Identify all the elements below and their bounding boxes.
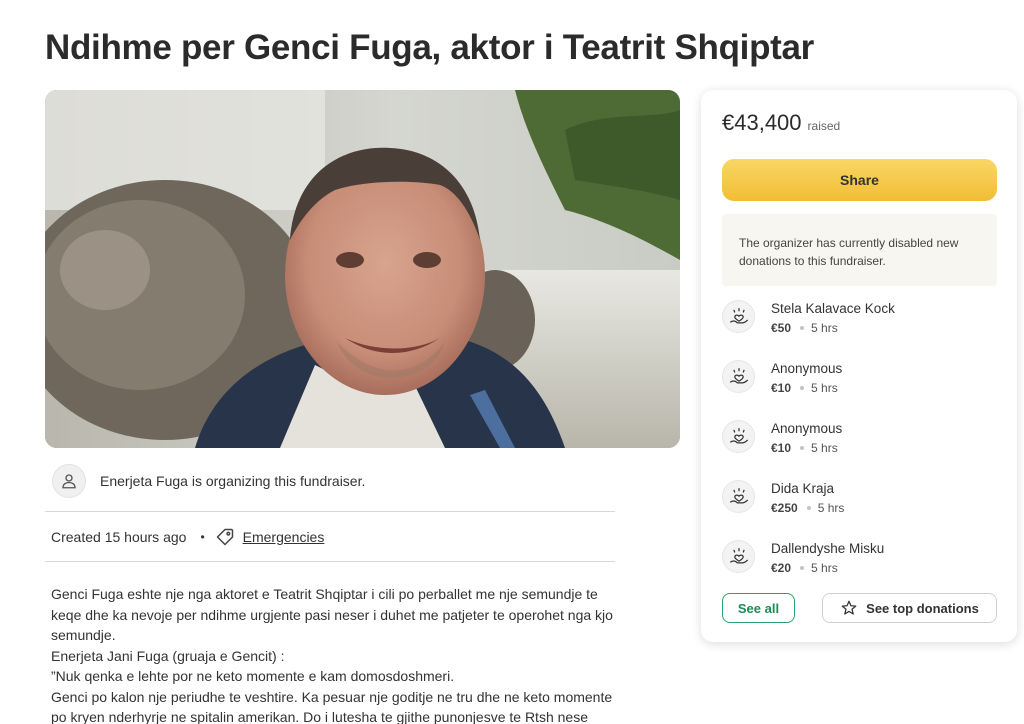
see-all-button[interactable]: See all (722, 593, 795, 623)
campaign-story: Genci Fuga eshte nje nga aktoret e Teatr… (51, 584, 631, 724)
meta-separator: • (200, 530, 205, 544)
meta-dot (800, 386, 805, 390)
created-text: Created 15 hours ago (51, 529, 187, 545)
user-outline-icon (52, 464, 86, 498)
divider (45, 561, 615, 562)
campaign-photo[interactable] (45, 90, 680, 448)
donation-item: Anonymous €10 5 hrs (722, 417, 997, 477)
donation-sidebar: €43,400 raised Share The organizer has c… (701, 90, 1017, 642)
heart-hand-icon (722, 300, 755, 333)
raised-label: raised (807, 119, 841, 133)
star-outline-icon (840, 599, 858, 617)
donation-amount: €10 (771, 441, 792, 455)
meta-dot (800, 566, 805, 570)
donor-name: Dallendyshe Misku (771, 541, 885, 556)
donation-item: Dida Kraja €250 5 hrs (722, 477, 997, 537)
heart-hand-icon (722, 540, 755, 573)
donor-name: Anonymous (771, 361, 843, 376)
heart-hand-icon (722, 480, 755, 513)
see-top-donations-button[interactable]: See top donations (822, 593, 997, 623)
donor-name: Stela Kalavace Kock (771, 301, 895, 316)
donation-time: 5 hrs (811, 321, 838, 335)
donation-time: 5 hrs (811, 441, 838, 455)
donation-amount: €50 (771, 321, 792, 335)
donations-disabled-notice: The organizer has currently disabled new… (722, 214, 997, 286)
heart-hand-icon (722, 420, 755, 453)
donor-name: Anonymous (771, 421, 843, 436)
share-button[interactable]: Share (722, 159, 997, 201)
heart-hand-icon (722, 360, 755, 393)
donation-item: Anonymous €10 5 hrs (722, 357, 997, 417)
meta-dot (800, 326, 805, 330)
tag-icon (215, 527, 235, 547)
category-link[interactable]: Emergencies (243, 529, 325, 545)
donation-meta: €10 5 hrs (771, 441, 838, 455)
meta-dot (806, 506, 811, 510)
raised-amount: €43,400 (722, 110, 802, 135)
donation-time: 5 hrs (811, 381, 838, 395)
donation-meta: €10 5 hrs (771, 381, 838, 395)
campaign-photo-image (45, 90, 680, 448)
donor-name: Dida Kraja (771, 481, 835, 496)
donation-meta: €250 5 hrs (771, 501, 844, 515)
donation-amount: €10 (771, 381, 792, 395)
donation-time: 5 hrs (817, 501, 845, 515)
story-paragraph: Enerjeta Jani Fuga (gruaja e Gencit) : (51, 647, 285, 664)
meta-dot (800, 446, 805, 450)
donation-time: 5 hrs (811, 561, 838, 575)
story-paragraph: Genci po kalon nje periudhe te veshtire.… (51, 688, 613, 724)
donation-amount: €20 (771, 561, 792, 575)
campaign-meta: Created 15 hours ago • Emergencies (51, 526, 324, 548)
organizer-row: Enerjeta Fuga is organizing this fundrai… (52, 463, 365, 499)
page-title: Ndihme per Genci Fuga, aktor i Teatrit S… (45, 28, 814, 67)
donation-meta: €50 5 hrs (771, 321, 838, 335)
donation-list: Stela Kalavace Kock €50 5 hrs Anonymous … (722, 297, 997, 597)
see-top-donations-label: See top donations (866, 600, 979, 616)
donation-item: Dallendyshe Misku €20 5 hrs (722, 537, 997, 597)
divider (45, 511, 615, 512)
raised-summary: €43,400 raised (722, 110, 840, 136)
donation-meta: €20 5 hrs (771, 561, 838, 575)
donation-item: Stela Kalavace Kock €50 5 hrs (722, 297, 997, 357)
story-paragraph: Genci Fuga eshte nje nga aktoret e Teatr… (51, 586, 613, 643)
donation-amount: €250 (771, 501, 798, 515)
story-paragraph: ”Nuk qenka e lehte por ne keto momente e… (51, 668, 455, 684)
organizer-text: Enerjeta Fuga is organizing this fundrai… (100, 473, 366, 489)
